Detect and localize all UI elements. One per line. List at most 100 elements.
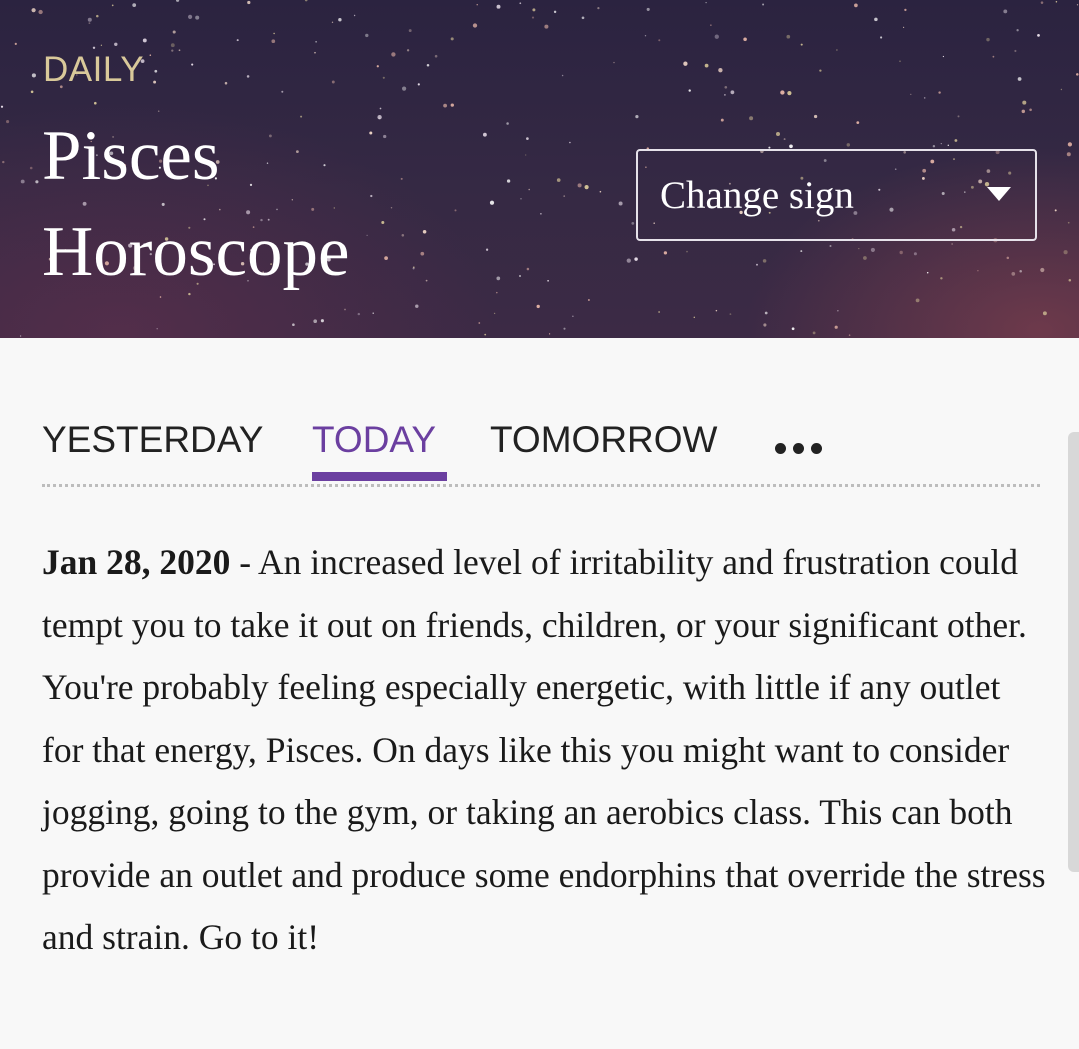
star: [365, 33, 369, 38]
star: [506, 179, 511, 183]
star: [281, 90, 284, 93]
star: [142, 38, 147, 43]
star: [88, 22, 91, 24]
star: [450, 37, 454, 41]
star: [957, 115, 960, 118]
star: [426, 64, 430, 67]
star: [720, 118, 724, 122]
star: [597, 6, 600, 10]
hero-banner: DAILY Pisces Horoscope Change sign: [0, 0, 1079, 338]
star: [96, 14, 99, 18]
star: [1016, 29, 1019, 32]
star: [977, 269, 979, 272]
change-sign-dropdown[interactable]: Change sign: [636, 149, 1037, 241]
star: [631, 222, 635, 225]
tab-tomorrow[interactable]: TOMORROW: [490, 418, 717, 462]
star: [553, 10, 557, 14]
star: [714, 34, 719, 39]
star: [1067, 221, 1070, 224]
reading-separator: -: [230, 542, 258, 582]
star: [923, 97, 926, 99]
star: [724, 85, 728, 89]
star: [132, 3, 137, 7]
star: [519, 2, 522, 5]
star: [834, 325, 838, 329]
star: [236, 39, 239, 42]
tab-today[interactable]: TODAY: [312, 418, 436, 462]
star: [176, 0, 180, 2]
star: [422, 230, 427, 234]
star: [899, 60, 901, 63]
star: [813, 114, 818, 119]
star: [370, 194, 373, 198]
star: [947, 144, 950, 147]
star: [926, 271, 929, 274]
star: [29, 166, 33, 170]
dot: [775, 443, 786, 454]
star: [904, 8, 907, 12]
star: [156, 327, 158, 330]
star: [489, 200, 495, 205]
star: [520, 197, 522, 200]
more-horizontal-icon[interactable]: [775, 420, 829, 464]
star: [92, 46, 96, 49]
star: [563, 195, 566, 197]
star: [913, 252, 917, 256]
star: [454, 209, 457, 212]
star: [153, 80, 157, 84]
star: [1040, 1, 1044, 4]
star: [191, 63, 194, 66]
star: [528, 188, 530, 191]
star: [450, 103, 454, 107]
star: [532, 8, 536, 12]
star: [569, 141, 571, 144]
star: [581, 16, 585, 20]
tab-yesterday[interactable]: YESTERDAY: [42, 418, 263, 462]
star: [100, 44, 103, 46]
star: [556, 178, 561, 182]
star: [526, 137, 529, 140]
star: [932, 144, 936, 148]
star: [2, 160, 5, 164]
star: [271, 39, 276, 44]
star: [434, 54, 438, 58]
star: [613, 61, 615, 64]
star: [38, 9, 43, 15]
page-title-line1: Pisces: [42, 117, 220, 195]
star: [1014, 49, 1017, 53]
star: [544, 24, 549, 29]
star: [425, 279, 428, 282]
star: [626, 258, 631, 263]
star: [1022, 100, 1027, 105]
star: [0, 105, 4, 108]
star: [1029, 108, 1032, 112]
star: [715, 309, 718, 312]
star: [478, 322, 481, 324]
star: [314, 51, 316, 54]
star: [1006, 256, 1010, 260]
page-title-line2: Horoscope: [42, 213, 350, 291]
star: [420, 251, 425, 256]
star: [14, 42, 17, 46]
page-title: Pisces Horoscope: [42, 108, 350, 300]
star: [1019, 270, 1022, 273]
star: [829, 244, 832, 248]
star: [729, 313, 732, 315]
scrollbar[interactable]: [1068, 432, 1079, 872]
star: [19, 335, 22, 337]
star: [764, 311, 768, 315]
star: [951, 243, 953, 245]
star: [376, 65, 379, 68]
star: [986, 37, 990, 42]
star: [1068, 278, 1072, 282]
star: [195, 15, 200, 20]
star: [763, 323, 767, 327]
star: [372, 312, 374, 314]
star: [484, 333, 487, 336]
star: [710, 24, 712, 26]
star: [870, 247, 875, 252]
star: [382, 76, 385, 79]
star: [1021, 109, 1026, 114]
eyebrow-label: DAILY: [43, 50, 145, 89]
star: [111, 4, 114, 7]
